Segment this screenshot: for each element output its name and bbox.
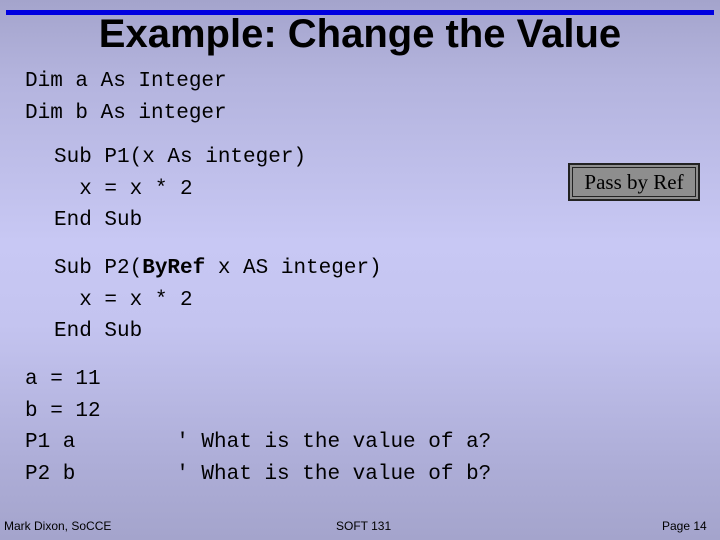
sub-p1: Sub P1(x As integer) x = x * 2 End Sub (54, 142, 306, 237)
code-line: P2 b ' What is the value of b? (25, 462, 492, 486)
code-line: Dim a As Integer (25, 70, 227, 93)
code-line: End Sub (54, 209, 143, 232)
code-text: Sub P2( (54, 257, 143, 280)
slide-title: Example: Change the Value (98, 12, 622, 56)
footer-page: Page 14 (662, 519, 707, 533)
code-line: b = 12 (25, 399, 101, 423)
pass-by-ref-callout: Pass by Ref (568, 163, 700, 201)
code-line: a = 11 (25, 368, 101, 391)
sub-p2: Sub P2(ByRef x AS integer) x = x * 2 End … (54, 253, 382, 348)
code-line: Dim b As integer (25, 101, 227, 125)
code-line: x = x * 2 (54, 288, 193, 312)
footer-author: Mark Dixon, SoCCE (4, 519, 112, 533)
code-text: x AS integer) (205, 257, 382, 280)
code-line: Sub P2(ByRef x AS integer) (54, 253, 382, 285)
main-code: a = 11 b = 12 P1 a ' What is the value of … (25, 364, 491, 490)
code-line: Sub P1(x As integer) (54, 146, 307, 169)
footer-course: SOFT 131 (336, 519, 392, 533)
code-line: P1 a ' What is the value of a? (25, 431, 492, 454)
byref-keyword: ByRef (142, 257, 206, 280)
code-line: x = x * 2 (54, 177, 193, 201)
code-line: End Sub (54, 320, 143, 343)
declarations: Dim a As Integer Dim b As integer (25, 66, 227, 129)
